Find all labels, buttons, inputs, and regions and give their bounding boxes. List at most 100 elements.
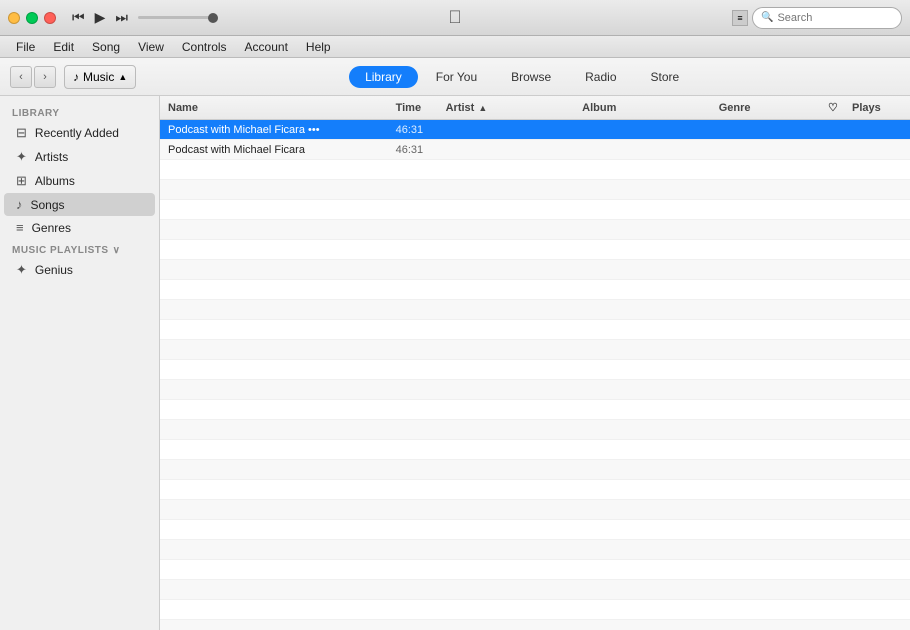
- empty-row: [160, 240, 910, 260]
- nav-bar: ‹ › ♪ Music ▲ Library For You Browse Rad…: [0, 58, 910, 96]
- song-name: Podcast with Michael Ficara •••: [168, 124, 396, 136]
- window-extra-buttons: ≡ 🔍: [732, 7, 902, 29]
- tab-store[interactable]: Store: [635, 66, 696, 88]
- empty-row: [160, 580, 910, 600]
- artists-label: Artists: [35, 150, 68, 164]
- empty-row: [160, 600, 910, 620]
- playback-controls: ⏮ ▶ ⏭: [72, 9, 238, 26]
- fastforward-button[interactable]: ⏭: [115, 9, 128, 26]
- menu-view[interactable]: View: [130, 38, 172, 56]
- sidebar-item-recently-added[interactable]: ⊟ Recently Added: [4, 121, 155, 145]
- col-header-artist[interactable]: Artist ▲: [446, 102, 583, 114]
- menu-edit[interactable]: Edit: [45, 38, 82, 56]
- empty-row: [160, 340, 910, 360]
- genius-label: Genius: [35, 263, 73, 277]
- table-row[interactable]: Podcast with Michael Ficara 46:31: [160, 140, 910, 160]
- col-header-time[interactable]: Time: [396, 102, 446, 114]
- empty-row: [160, 420, 910, 440]
- content-area: Name Time Artist ▲ Album Genre ♡ Plays: [160, 96, 910, 630]
- library-label: Library: [0, 104, 159, 121]
- rewind-button[interactable]: ⏮: [72, 9, 85, 26]
- empty-row: [160, 460, 910, 480]
- tab-library[interactable]: Library: [349, 66, 418, 88]
- playlists-chevron-icon: ∨: [113, 245, 121, 256]
- empty-row: [160, 480, 910, 500]
- restore-button[interactable]: [26, 12, 38, 24]
- songs-label: Songs: [31, 198, 65, 212]
- menu-file[interactable]: File: [8, 38, 43, 56]
- col-header-genre[interactable]: Genre: [719, 102, 828, 114]
- menu-song[interactable]: Song: [84, 38, 128, 56]
- empty-row: [160, 260, 910, 280]
- col-header-album[interactable]: Album: [582, 102, 719, 114]
- menu-toggle-button[interactable]: ≡: [732, 10, 748, 26]
- genres-icon: ≡: [16, 220, 24, 235]
- music-note-icon: ♪: [73, 70, 79, 84]
- genres-label: Genres: [32, 221, 71, 235]
- albums-icon: ⊞: [16, 173, 27, 189]
- col-header-name[interactable]: Name: [168, 102, 396, 114]
- play-button[interactable]: ▶: [95, 9, 106, 26]
- empty-row: [160, 200, 910, 220]
- sidebar-item-songs[interactable]: ♪ Songs: [4, 193, 155, 216]
- song-time: 46:31: [396, 144, 446, 156]
- menu-bar: File Edit Song View Controls Account Hel…: [0, 36, 910, 58]
- col-header-heart: ♡: [828, 101, 852, 114]
- sidebar-item-artists[interactable]: ✦ Artists: [4, 145, 155, 169]
- empty-row: [160, 180, 910, 200]
- search-box[interactable]: 🔍: [752, 7, 902, 29]
- col-header-plays[interactable]: Plays: [852, 102, 902, 114]
- music-playlists-header[interactable]: Music Playlists ∨: [0, 239, 159, 258]
- main-area: Library ⊟ Recently Added ✦ Artists ⊞ Alb…: [0, 96, 910, 630]
- music-dropdown[interactable]: ♪ Music ▲: [64, 65, 136, 89]
- empty-row: [160, 560, 910, 580]
- empty-row: [160, 500, 910, 520]
- sort-arrow-icon: ▲: [478, 103, 487, 113]
- search-icon: 🔍: [761, 12, 773, 23]
- genius-icon: ✦: [16, 262, 27, 278]
- menu-help[interactable]: Help: [298, 38, 339, 56]
- tab-foryou[interactable]: For You: [420, 66, 493, 88]
- sidebar: Library ⊟ Recently Added ✦ Artists ⊞ Alb…: [0, 96, 160, 630]
- empty-rows: [160, 160, 910, 630]
- nav-tabs: Library For You Browse Radio Store: [349, 66, 695, 88]
- song-name: Podcast with Michael Ficara: [168, 144, 396, 156]
- songs-icon: ♪: [16, 197, 23, 212]
- sidebar-item-genius[interactable]: ✦ Genius: [4, 258, 155, 282]
- empty-row: [160, 620, 910, 630]
- progress-bar[interactable]: [138, 16, 238, 19]
- menu-controls[interactable]: Controls: [174, 38, 235, 56]
- empty-row: [160, 280, 910, 300]
- close-button[interactable]: [44, 12, 56, 24]
- albums-label: Albums: [35, 174, 75, 188]
- tab-radio[interactable]: Radio: [569, 66, 632, 88]
- artists-icon: ✦: [16, 149, 27, 165]
- menu-account[interactable]: Account: [237, 38, 296, 56]
- title-bar: ⏮ ▶ ⏭  ≡ 🔍: [0, 0, 910, 36]
- forward-button[interactable]: ›: [34, 66, 56, 88]
- dropdown-arrow-icon: ▲: [118, 72, 127, 82]
- table-row[interactable]: Podcast with Michael Ficara ••• 46:31: [160, 120, 910, 140]
- music-label: Music: [83, 70, 114, 84]
- minimize-button[interactable]: [8, 12, 20, 24]
- search-input[interactable]: [777, 12, 887, 24]
- empty-row: [160, 540, 910, 560]
- empty-row: [160, 220, 910, 240]
- empty-row: [160, 320, 910, 340]
- song-time: 46:31: [396, 124, 446, 136]
- nav-arrows: ‹ ›: [10, 66, 56, 88]
- table-rows: Podcast with Michael Ficara ••• 46:31 Po…: [160, 120, 910, 630]
- sidebar-item-albums[interactable]: ⊞ Albums: [4, 169, 155, 193]
- back-button[interactable]: ‹: [10, 66, 32, 88]
- empty-row: [160, 400, 910, 420]
- empty-row: [160, 360, 910, 380]
- tab-browse[interactable]: Browse: [495, 66, 567, 88]
- window-controls: [8, 12, 56, 24]
- recently-added-label: Recently Added: [35, 126, 119, 140]
- playlists-label: Music Playlists: [12, 245, 109, 256]
- sidebar-item-genres[interactable]: ≡ Genres: [4, 216, 155, 239]
- table-header: Name Time Artist ▲ Album Genre ♡ Plays: [160, 96, 910, 120]
- apple-logo: : [448, 7, 462, 28]
- empty-row: [160, 440, 910, 460]
- recently-added-icon: ⊟: [16, 125, 27, 141]
